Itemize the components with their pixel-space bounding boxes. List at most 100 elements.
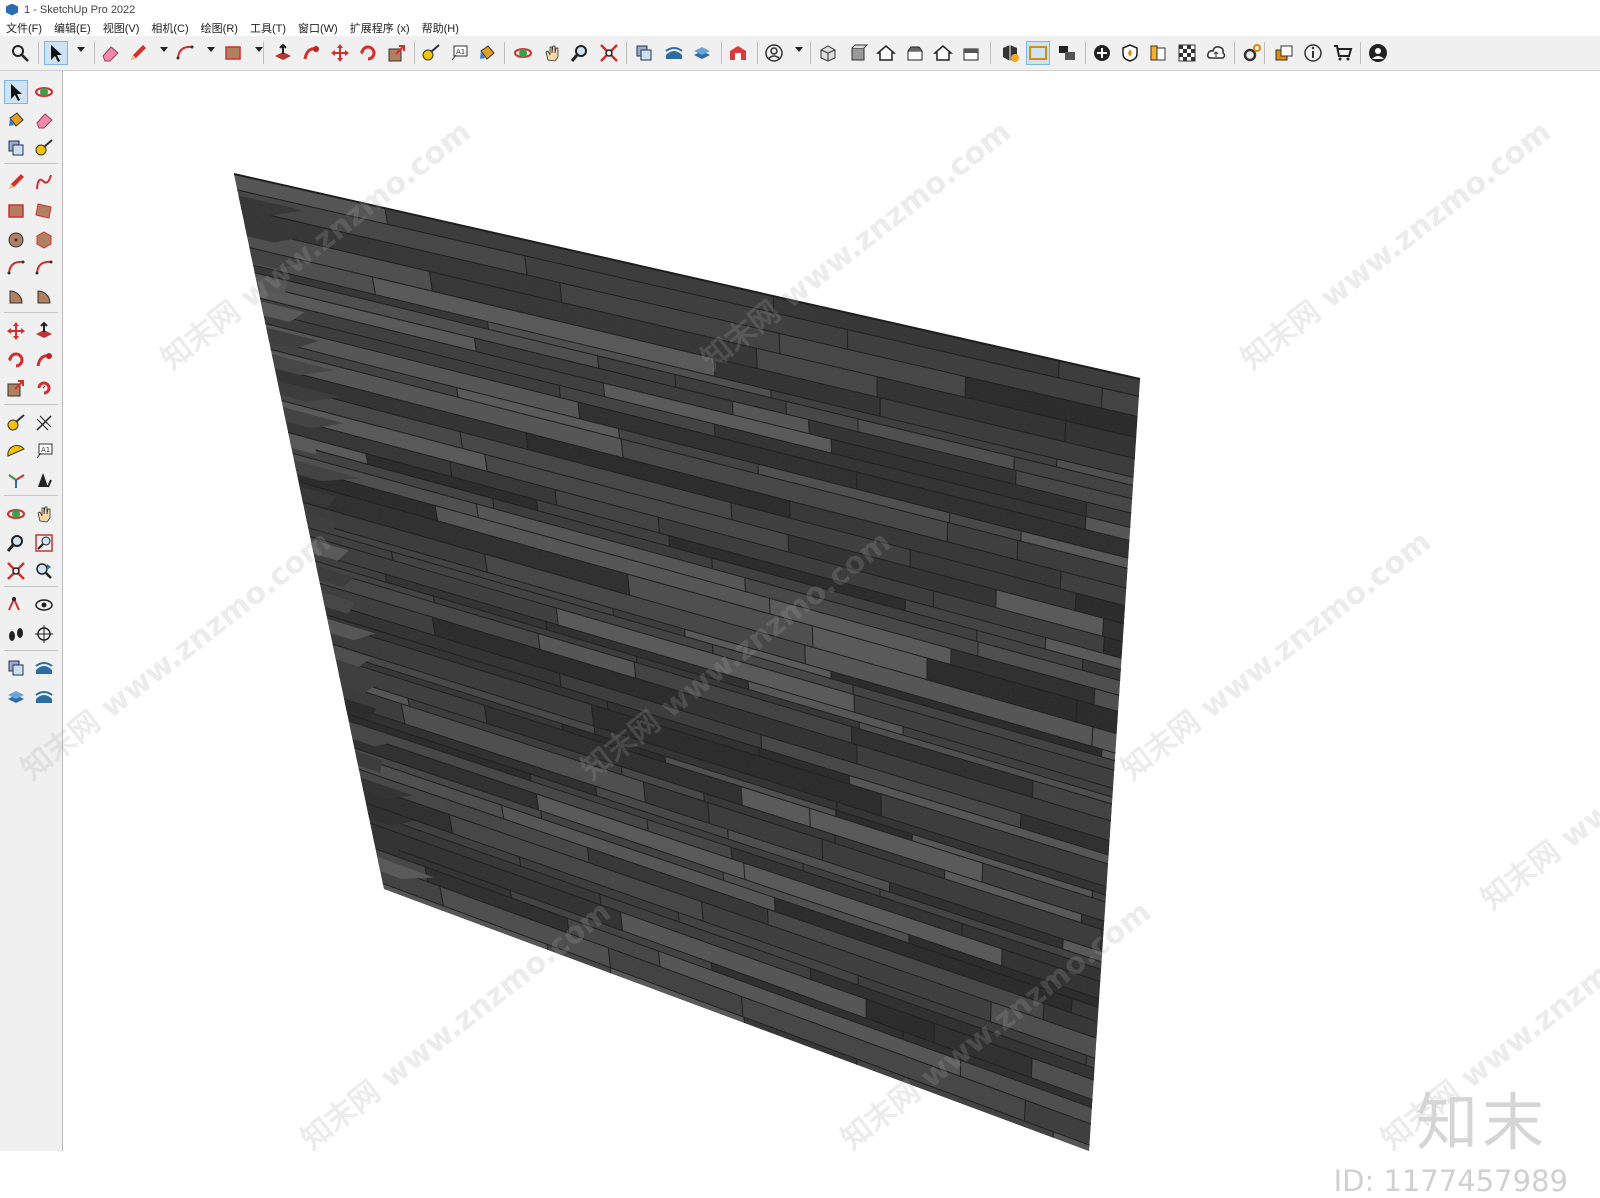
shadow-icon[interactable] bbox=[1118, 41, 1142, 65]
pan-icon[interactable] bbox=[32, 502, 56, 526]
menu-extensions[interactable]: 扩展程序 (x) bbox=[344, 20, 416, 36]
account-icon[interactable] bbox=[762, 41, 786, 65]
scenes-icon[interactable] bbox=[1055, 41, 1079, 65]
solid-tools-icon[interactable] bbox=[4, 136, 28, 160]
menu-draw[interactable]: 绘图(R) bbox=[195, 20, 244, 36]
pencil-icon[interactable] bbox=[126, 41, 150, 65]
polygon-icon[interactable] bbox=[32, 228, 56, 252]
pie-icon[interactable] bbox=[4, 285, 28, 309]
move-icon[interactable] bbox=[4, 319, 28, 343]
sandbox-icon[interactable] bbox=[32, 685, 56, 709]
tape-measure-icon[interactable] bbox=[419, 41, 443, 65]
lookaround-icon[interactable] bbox=[32, 593, 56, 617]
front-view-icon[interactable] bbox=[846, 41, 870, 65]
rotated-rect-icon[interactable] bbox=[32, 199, 56, 223]
side-view-icon[interactable] bbox=[959, 41, 983, 65]
orbit-icon[interactable] bbox=[32, 80, 56, 104]
axes-icon[interactable] bbox=[4, 468, 28, 492]
solid-tools-icon[interactable] bbox=[632, 41, 656, 65]
zoom-icon[interactable] bbox=[568, 41, 592, 65]
scale-icon[interactable] bbox=[4, 376, 28, 400]
previous-view-icon[interactable] bbox=[32, 559, 56, 583]
iso-view-icon[interactable] bbox=[816, 41, 840, 65]
user-icon[interactable] bbox=[1366, 41, 1390, 65]
tape-measure-icon[interactable] bbox=[32, 136, 56, 160]
dropdown-arrow-icon[interactable] bbox=[160, 47, 168, 52]
tags-icon[interactable] bbox=[1272, 41, 1296, 65]
follow-me-icon[interactable] bbox=[32, 348, 56, 372]
circle-icon[interactable] bbox=[4, 228, 28, 252]
arc-icon[interactable] bbox=[4, 256, 28, 280]
layers-icon[interactable] bbox=[690, 41, 714, 65]
menu-view[interactable]: 视图(V) bbox=[97, 20, 146, 36]
menu-window[interactable]: 窗口(W) bbox=[292, 20, 344, 36]
solid-tools-icon[interactable] bbox=[4, 656, 28, 680]
menu-file[interactable]: 文件(F) bbox=[0, 20, 48, 36]
zoom-extents-icon[interactable] bbox=[4, 559, 28, 583]
materials-icon[interactable] bbox=[1146, 41, 1170, 65]
pan-icon[interactable] bbox=[540, 41, 564, 65]
zoom-icon[interactable] bbox=[4, 531, 28, 555]
menu-help[interactable]: 帮助(H) bbox=[416, 20, 465, 36]
top-view-icon[interactable] bbox=[903, 41, 927, 65]
walk-icon[interactable] bbox=[4, 622, 28, 646]
back-view-icon[interactable] bbox=[931, 41, 955, 65]
freehand-icon[interactable] bbox=[32, 170, 56, 194]
style-icon[interactable] bbox=[1175, 41, 1199, 65]
select-icon[interactable] bbox=[4, 80, 28, 104]
zoom-window-icon[interactable] bbox=[32, 531, 56, 555]
menu-edit[interactable]: 编辑(E) bbox=[48, 20, 97, 36]
pie-icon[interactable] bbox=[32, 285, 56, 309]
dropdown-arrow-icon[interactable] bbox=[795, 47, 803, 52]
rectangle-icon[interactable] bbox=[221, 41, 245, 65]
component-icon[interactable] bbox=[998, 41, 1022, 65]
position-camera-icon[interactable] bbox=[32, 622, 56, 646]
protractor-icon[interactable] bbox=[4, 439, 28, 463]
stone-wall-model[interactable] bbox=[63, 71, 1600, 1151]
rectangle-icon[interactable] bbox=[4, 199, 28, 223]
select-icon[interactable] bbox=[44, 41, 68, 65]
rotate-icon[interactable] bbox=[356, 41, 380, 65]
orbit-icon[interactable] bbox=[4, 502, 28, 526]
paint-bucket-icon[interactable] bbox=[4, 108, 28, 132]
rotate-icon[interactable] bbox=[4, 348, 28, 372]
eraser-icon[interactable] bbox=[32, 108, 56, 132]
move-icon[interactable] bbox=[328, 41, 352, 65]
add-location-icon[interactable] bbox=[1090, 41, 1114, 65]
walkthrough-icon[interactable] bbox=[4, 593, 28, 617]
cloud-icon[interactable] bbox=[1204, 41, 1228, 65]
offset-icon[interactable] bbox=[32, 376, 56, 400]
model-viewport[interactable]: 知末网 www.znzmo.com 知末网 www.znzmo.com 知末网 ww… bbox=[15, 71, 1600, 1198]
warehouse-icon[interactable] bbox=[726, 41, 750, 65]
arc-icon[interactable] bbox=[32, 256, 56, 280]
menu-tools[interactable]: 工具(T) bbox=[244, 20, 292, 36]
arc-icon[interactable] bbox=[173, 41, 197, 65]
pencil-icon[interactable] bbox=[4, 170, 28, 194]
extension-icon[interactable] bbox=[1240, 41, 1264, 65]
cart-icon[interactable] bbox=[1331, 41, 1355, 65]
info-icon[interactable] bbox=[1301, 41, 1325, 65]
eraser-icon[interactable] bbox=[98, 41, 122, 65]
text-icon[interactable]: A1 bbox=[32, 439, 56, 463]
tape-measure-icon[interactable] bbox=[4, 411, 28, 435]
text-icon[interactable]: A1 bbox=[447, 41, 471, 65]
sandbox-icon[interactable] bbox=[662, 41, 686, 65]
layers-icon[interactable] bbox=[4, 685, 28, 709]
menu-camera[interactable]: 相机(C) bbox=[145, 20, 194, 36]
dropdown-arrow-icon[interactable] bbox=[77, 47, 85, 52]
paint-bucket-icon[interactable] bbox=[475, 41, 499, 65]
sandbox-icon[interactable] bbox=[32, 656, 56, 680]
dimension-icon[interactable] bbox=[32, 411, 56, 435]
dropdown-arrow-icon[interactable] bbox=[207, 47, 215, 52]
orbit-icon[interactable] bbox=[511, 41, 535, 65]
scale-icon[interactable] bbox=[385, 41, 409, 65]
follow-me-icon[interactable] bbox=[299, 41, 323, 65]
home-view-icon[interactable] bbox=[874, 41, 898, 65]
push-pull-icon[interactable] bbox=[32, 319, 56, 343]
push-pull-icon[interactable] bbox=[271, 41, 295, 65]
dropdown-arrow-icon[interactable] bbox=[255, 47, 263, 52]
section-icon[interactable] bbox=[32, 468, 56, 492]
outliner-icon[interactable] bbox=[1026, 41, 1050, 65]
search-icon[interactable] bbox=[8, 41, 32, 65]
zoom-extents-icon[interactable] bbox=[597, 41, 621, 65]
